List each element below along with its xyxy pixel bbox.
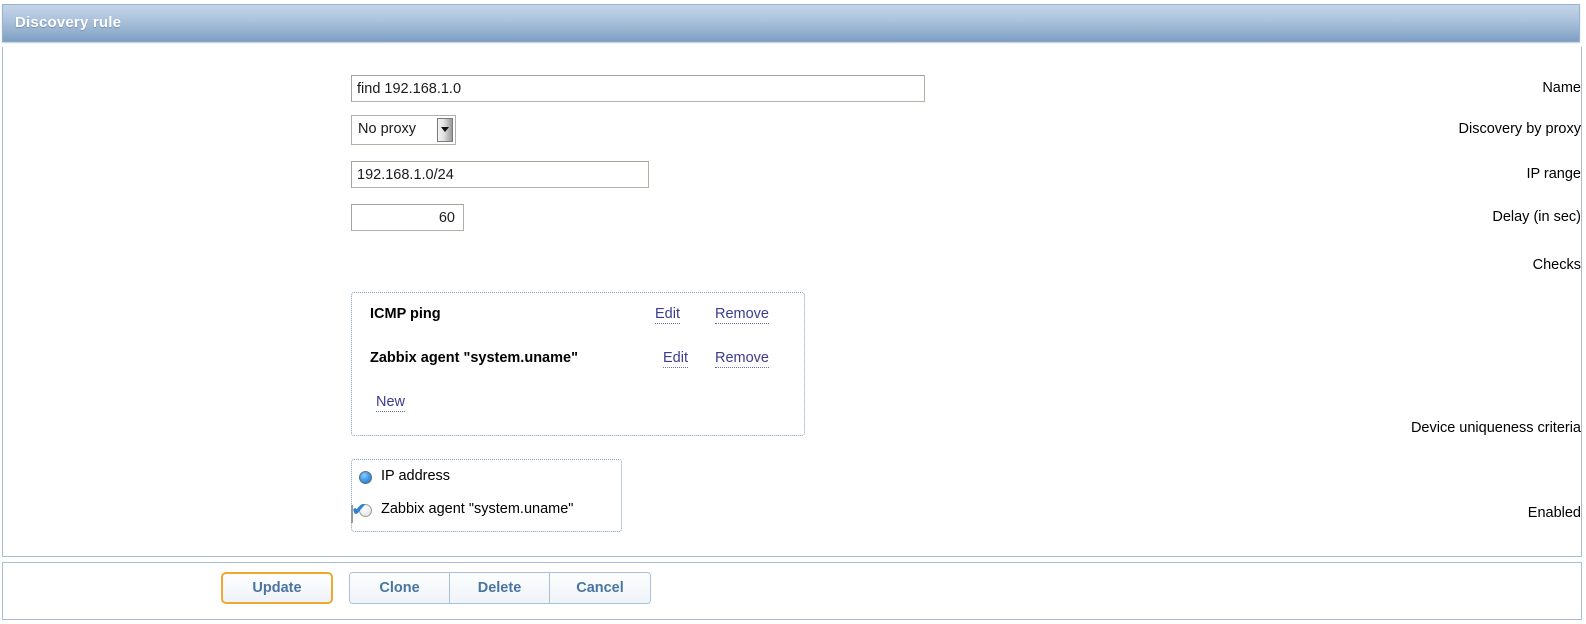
enabled-label: Enabled (1527, 505, 1581, 521)
cancel-button[interactable]: Cancel (550, 573, 650, 603)
new-check-link[interactable]: New (376, 394, 406, 412)
enabled-checkbox[interactable]: ✔ (351, 501, 367, 523)
check-remove-link[interactable]: Remove (715, 306, 769, 324)
delay-label: Delay (in sec) (1492, 209, 1581, 225)
proxy-select[interactable]: No proxy (351, 115, 456, 145)
check-name: ICMP ping (370, 306, 441, 322)
check-row-new: New (352, 394, 804, 416)
radio-label: Zabbix agent "system.uname" (381, 501, 574, 517)
check-row: ICMP ping Edit Remove (352, 306, 804, 328)
device-uniqueness-box: IP address Zabbix agent "system.uname" (351, 459, 622, 532)
name-input[interactable] (351, 75, 925, 102)
page-title: Discovery rule (15, 14, 122, 31)
delay-control (351, 204, 464, 231)
checks-label: Checks (1532, 257, 1581, 273)
proxy-select-value: No proxy (358, 121, 417, 137)
delete-button[interactable]: Delete (450, 573, 550, 603)
device-uniqueness-criteria-label: Device uniqueness criteria (1410, 420, 1581, 436)
discovery-by-proxy-label: Discovery by proxy (1458, 121, 1581, 137)
name-label: Name (1542, 80, 1581, 96)
name-control (351, 75, 925, 102)
checks-box: ICMP ping Edit Remove Zabbix agent "syst… (351, 292, 805, 436)
chevron-down-icon[interactable] (437, 118, 453, 142)
form-panel: Name Discovery by proxy No proxy IP rang… (2, 47, 1582, 557)
radio-label: IP address (381, 468, 451, 484)
ip-range-input[interactable] (351, 161, 649, 188)
delay-input[interactable] (351, 204, 464, 231)
discovery-rule-page: Discovery rule Name Discovery by proxy N… (0, 0, 1586, 624)
check-row: Zabbix agent "system.uname" Edit Remove (352, 350, 804, 372)
check-edit-link[interactable]: Edit (655, 306, 680, 324)
ip-range-control (351, 161, 649, 188)
check-edit-link[interactable]: Edit (663, 350, 688, 368)
clone-button[interactable]: Clone (350, 573, 450, 603)
check-remove-link[interactable]: Remove (715, 350, 769, 368)
check-name: Zabbix agent "system.uname" (370, 350, 578, 366)
radio-ip-address[interactable] (359, 471, 372, 484)
window-titlebar: Discovery rule (2, 4, 1580, 42)
enabled-control: ✔ (351, 501, 367, 523)
ip-range-label: IP range (1526, 166, 1581, 182)
check-icon: ✔ (351, 500, 367, 519)
proxy-control: No proxy (351, 115, 456, 148)
update-button[interactable]: Update (221, 572, 333, 604)
action-button-group: Clone Delete Cancel (349, 572, 651, 604)
